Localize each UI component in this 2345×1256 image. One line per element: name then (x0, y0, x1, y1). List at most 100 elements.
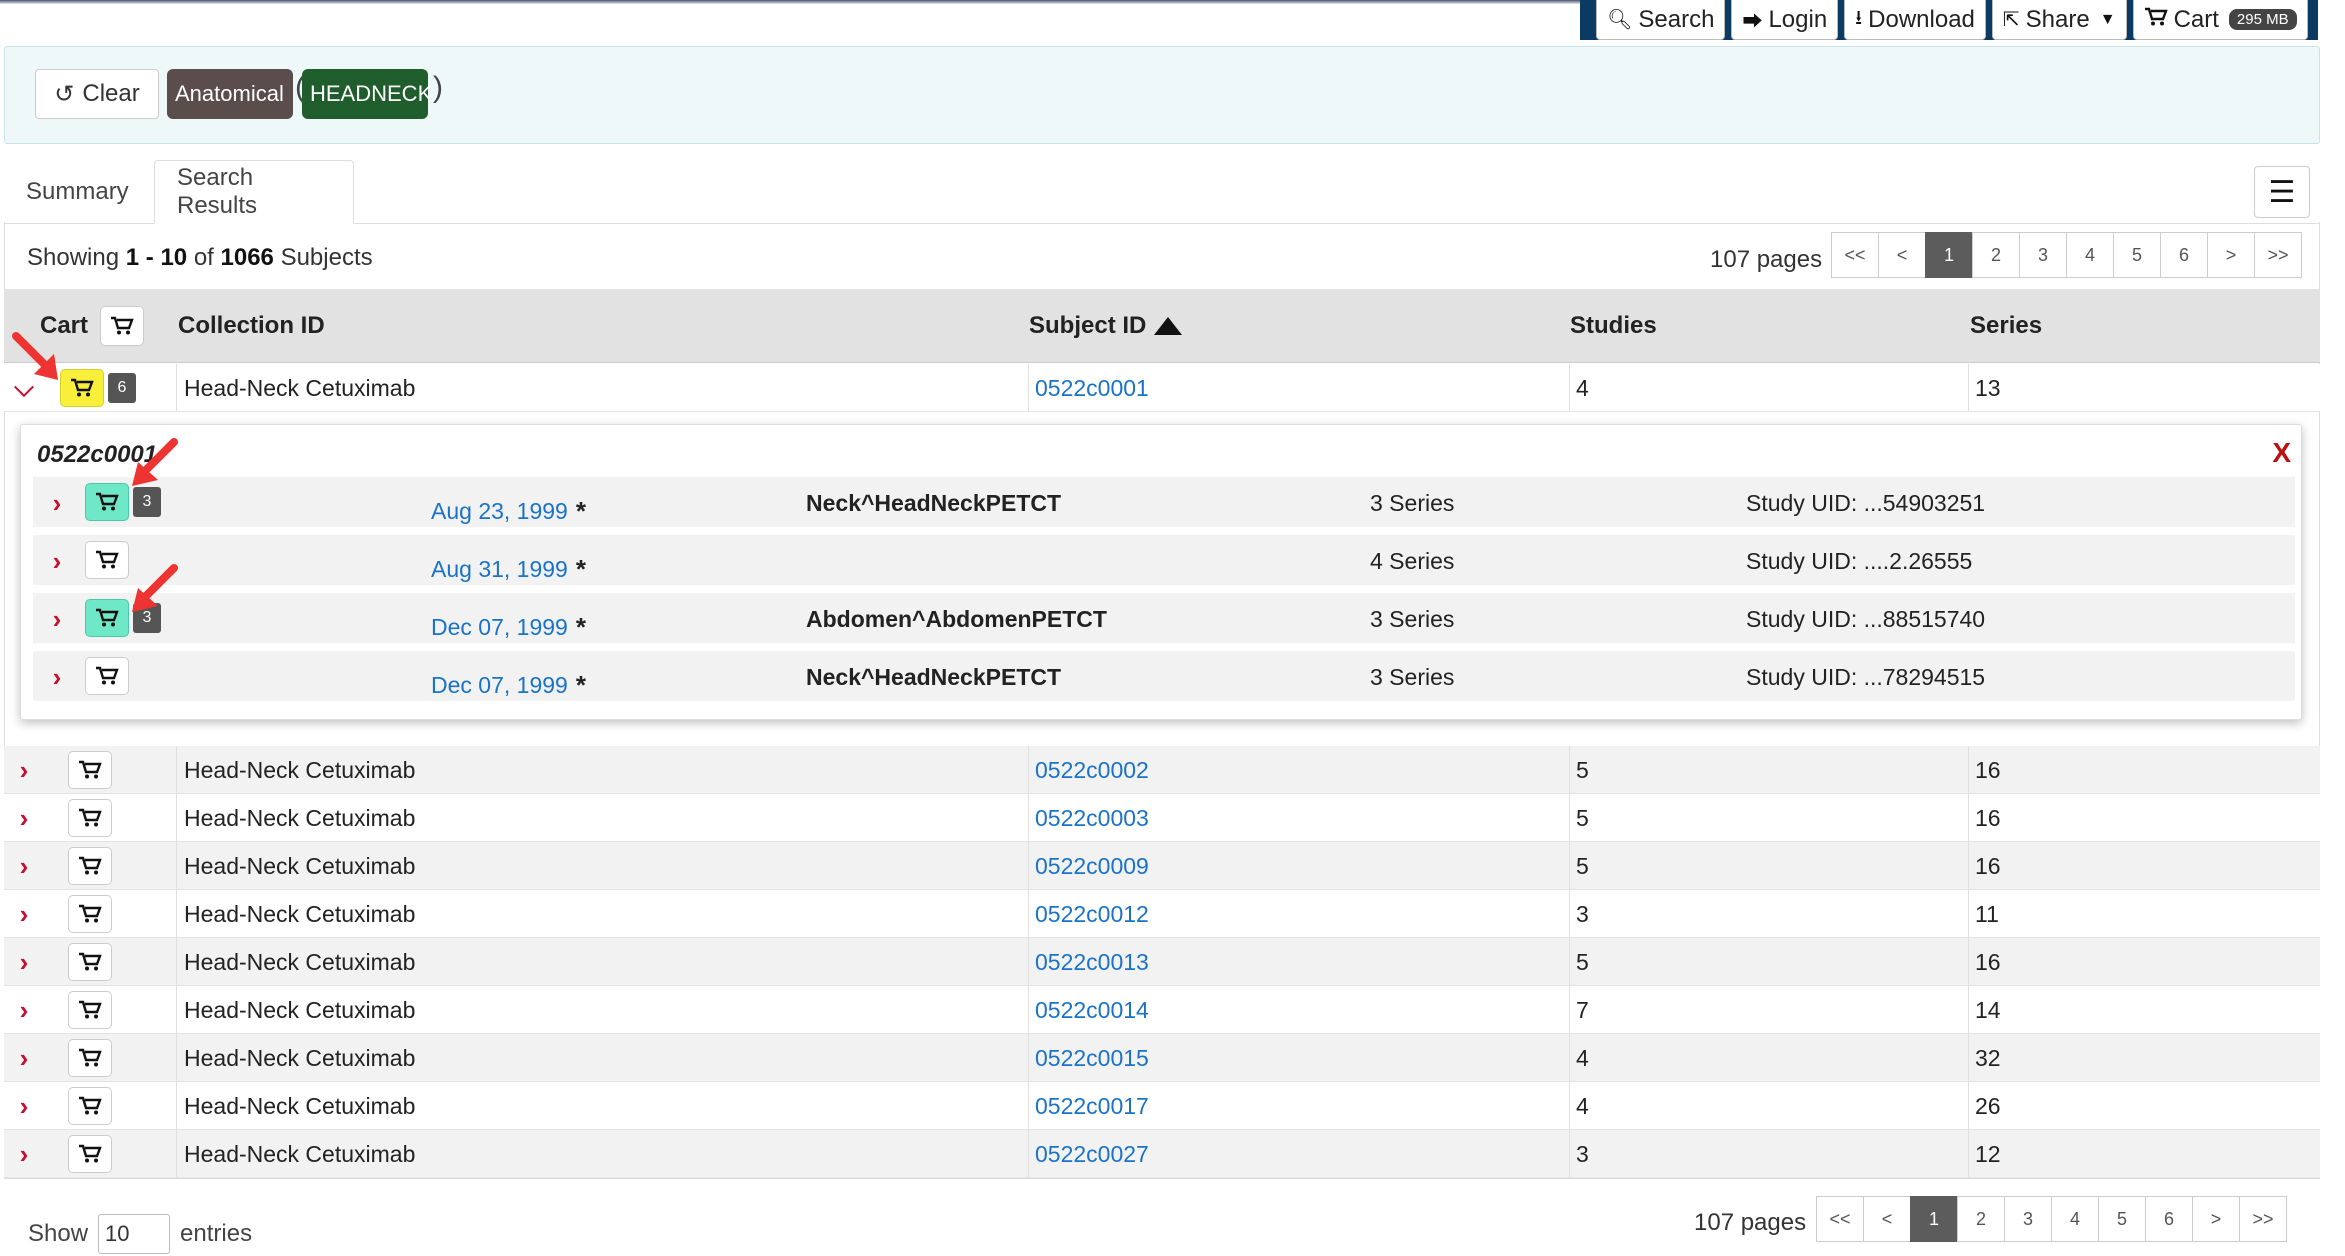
pager-page-5[interactable]: 5 (2113, 232, 2161, 278)
add-subject-to-cart-button[interactable] (60, 369, 104, 407)
nav-cart-button[interactable]: Cart 295 MB (2132, 0, 2308, 40)
nav-download-button[interactable]: ⭳ Download (1844, 0, 1986, 40)
subject-id-link[interactable]: 0522c0015 (1035, 1045, 1149, 1072)
entries-input[interactable]: 10 (98, 1214, 171, 1254)
study-date-link[interactable]: Aug 31, 1999 (431, 556, 568, 583)
add-subject-to-cart-button[interactable] (68, 1087, 112, 1125)
column-divider (176, 746, 177, 793)
subject-id-link[interactable]: 0522c0009 (1035, 853, 1149, 880)
pager-next[interactable]: > (2192, 1196, 2240, 1242)
chevron-right-icon[interactable]: › (45, 661, 69, 693)
add-subject-to-cart-button[interactable] (68, 799, 112, 837)
pager-page-6[interactable]: 6 (2160, 232, 2208, 278)
subject-id-link[interactable]: 0522c0027 (1035, 1141, 1149, 1168)
pager-next[interactable]: > (2207, 232, 2255, 278)
tab-summary[interactable]: Summary (4, 160, 154, 224)
nav-search-button[interactable]: 🔍︎ Search (1596, 0, 1726, 40)
nav-share-button[interactable]: ⇱ Share ▼ (1991, 0, 2127, 40)
chevron-right-icon[interactable]: › (12, 946, 36, 978)
pager-prev[interactable]: < (1878, 232, 1926, 278)
nav-login-button[interactable]: ⮕ Login (1731, 0, 1839, 40)
add-study-to-cart-button[interactable] (85, 599, 129, 637)
chevron-right-icon[interactable]: › (45, 545, 69, 577)
tab-search-results[interactable]: Search Results (154, 160, 354, 224)
filter-tag-anatomical[interactable]: Anatomical (167, 69, 293, 119)
filter-tag-headneck[interactable]: HEADNECK (302, 69, 432, 119)
subject-id-link[interactable]: 0522c0002 (1035, 757, 1149, 784)
range-end: 10 (160, 244, 188, 271)
close-panel-button[interactable]: X (2272, 437, 2291, 469)
table-row[interactable]: › Head-Neck Cetuximab 0522c0009 5 16 (4, 842, 2320, 890)
pager-page-1[interactable]: 1 (1910, 1196, 1958, 1242)
pager-page-2[interactable]: 2 (1957, 1196, 2005, 1242)
chevron-right-icon[interactable]: › (12, 802, 36, 834)
table-row[interactable]: › Head-Neck Cetuximab 0522c0014 7 14 (4, 986, 2320, 1034)
add-subject-to-cart-button[interactable] (68, 847, 112, 885)
pager-page-6[interactable]: 6 (2145, 1196, 2193, 1242)
study-row[interactable]: › 3 Dec 07, 1999 * Abdomen^AbdomenPETCT … (33, 593, 2295, 645)
pager-page-4[interactable]: 4 (2051, 1196, 2099, 1242)
add-study-to-cart-button[interactable] (85, 541, 129, 579)
table-row[interactable]: › Head-Neck Cetuximab 0522c0027 3 12 (4, 1130, 2320, 1178)
pager-page-3[interactable]: 3 (2004, 1196, 2052, 1242)
study-date-link[interactable]: Dec 07, 1999 (431, 614, 568, 641)
chevron-right-icon[interactable]: › (12, 898, 36, 930)
chevron-right-icon[interactable]: › (45, 603, 69, 635)
pager-last[interactable]: >> (2254, 232, 2302, 278)
table-row[interactable]: › Head-Neck Cetuximab 0522c0013 5 16 (4, 938, 2320, 986)
chevron-right-icon[interactable]: › (12, 1090, 36, 1122)
pager-prev[interactable]: < (1863, 1196, 1911, 1242)
study-date-link[interactable]: Dec 07, 1999 (431, 672, 568, 699)
pager-page-4[interactable]: 4 (2066, 232, 2114, 278)
add-all-to-cart-button[interactable] (100, 306, 145, 346)
chevron-right-icon[interactable]: › (12, 1042, 36, 1074)
cart-icon (96, 666, 119, 685)
total-count: 1066 (220, 244, 274, 271)
subject-id-link[interactable]: 0522c0013 (1035, 949, 1149, 976)
pager-page-2[interactable]: 2 (1972, 232, 2020, 278)
chevron-right-icon[interactable]: › (12, 1138, 36, 1170)
study-date-link[interactable]: Aug 23, 1999 (431, 498, 568, 525)
pager-first[interactable]: << (1831, 232, 1879, 278)
column-divider (1968, 1130, 1969, 1177)
chevron-right-icon[interactable]: › (12, 850, 36, 882)
chevron-right-icon[interactable]: › (12, 754, 36, 786)
collection-cell: Head-Neck Cetuximab (184, 1044, 416, 1071)
subject-id-link[interactable]: 0522c0012 (1035, 901, 1149, 928)
study-row[interactable]: › 3 Aug 23, 1999 * Neck^HeadNeckPETCT 3 … (33, 477, 2295, 529)
table-row[interactable]: › Head-Neck Cetuximab 0522c0002 5 16 (4, 746, 2320, 794)
table-row[interactable]: › Head-Neck Cetuximab 0522c0012 3 11 (4, 890, 2320, 938)
add-subject-to-cart-button[interactable] (68, 895, 112, 933)
subject-id-link[interactable]: 0522c0014 (1035, 997, 1149, 1024)
subject-id-link[interactable]: 0522c0001 (1035, 375, 1149, 402)
subject-id-link[interactable]: 0522c0017 (1035, 1093, 1149, 1120)
chevron-right-icon[interactable]: › (12, 994, 36, 1026)
add-subject-to-cart-button[interactable] (68, 751, 112, 789)
header-studies[interactable]: Studies (1570, 289, 1657, 363)
add-subject-to-cart-button[interactable] (68, 991, 112, 1029)
header-subject-id[interactable]: Subject ID (1029, 289, 1183, 363)
study-row[interactable]: › Aug 31, 1999 * 4 Series Study UID: ...… (33, 535, 2295, 587)
pager-top: << < 1 2 3 4 5 6 > >> (1831, 232, 2302, 278)
add-subject-to-cart-button[interactable] (68, 943, 112, 981)
subject-id-link[interactable]: 0522c0003 (1035, 805, 1149, 832)
pager-last[interactable]: >> (2239, 1196, 2287, 1242)
add-study-to-cart-button[interactable] (85, 483, 129, 521)
table-row[interactable]: › Head-Neck Cetuximab 0522c0015 4 32 (4, 1034, 2320, 1082)
table-row[interactable]: ⌵ 6 Head-Neck Cetuximab 0522c0001 4 13 (4, 364, 2320, 412)
chevron-right-icon[interactable]: › (45, 487, 69, 519)
pager-page-3[interactable]: 3 (2019, 232, 2067, 278)
add-subject-to-cart-button[interactable] (68, 1135, 112, 1173)
menu-button[interactable]: ☰ (2254, 166, 2310, 218)
table-row[interactable]: › Head-Neck Cetuximab 0522c0003 5 16 (4, 794, 2320, 842)
study-row[interactable]: › Dec 07, 1999 * Neck^HeadNeckPETCT 3 Se… (33, 651, 2295, 703)
pager-first[interactable]: << (1816, 1196, 1864, 1242)
header-collection-id[interactable]: Collection ID (178, 289, 325, 363)
header-series[interactable]: Series (1970, 289, 2042, 363)
pager-page-5[interactable]: 5 (2098, 1196, 2146, 1242)
table-row[interactable]: › Head-Neck Cetuximab 0522c0017 4 26 (4, 1082, 2320, 1130)
pager-page-1[interactable]: 1 (1925, 232, 1973, 278)
add-subject-to-cart-button[interactable] (68, 1039, 112, 1077)
add-study-to-cart-button[interactable] (85, 657, 129, 695)
clear-button[interactable]: ↺ Clear (35, 69, 159, 119)
